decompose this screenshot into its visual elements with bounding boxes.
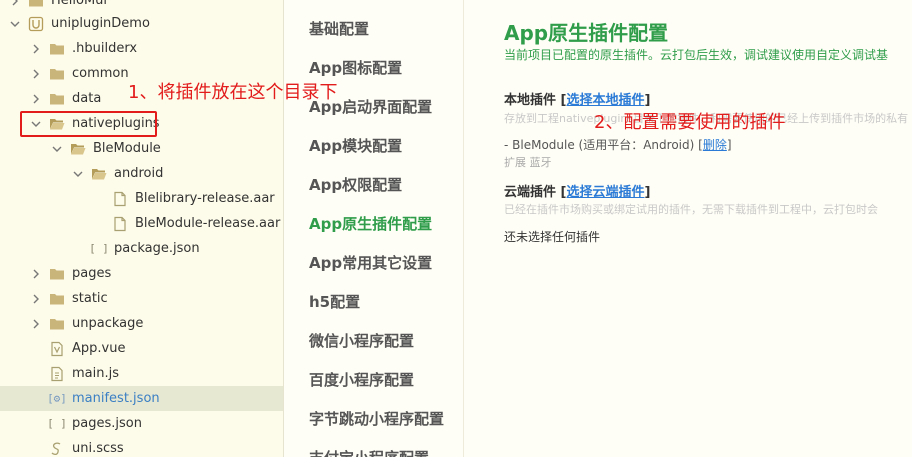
tree-item-label: .hbuilderx xyxy=(72,41,138,56)
tree-item-label: manifest.json xyxy=(72,391,160,406)
folder-open-icon xyxy=(91,166,107,182)
tree-item-manifest-json[interactable]: [⚙] manifest.json xyxy=(0,386,283,411)
tree-item-label: Blelibrary-release.aar xyxy=(135,191,275,206)
local-plugins-title: 本地插件 xyxy=(504,93,557,108)
plugin-entry-name: - BleModule (适用平台：Android) xyxy=(504,138,695,152)
nav-item-app-other-settings[interactable]: App常用其它设置 xyxy=(309,252,432,273)
tree-item-main-js[interactable]: main.js xyxy=(0,361,283,386)
chevron-right-icon[interactable] xyxy=(29,42,43,56)
tree-item-label: unpackage xyxy=(72,316,144,331)
select-cloud-plugin-link[interactable]: 选择云端插件 xyxy=(567,185,645,200)
nav-item-basic[interactable]: 基础配置 xyxy=(309,18,369,39)
tree-item-label: unipluginDemo xyxy=(51,16,150,31)
nav-item-app-splash[interactable]: App启动界面配置 xyxy=(309,96,432,117)
chevron-down-icon[interactable] xyxy=(50,142,64,156)
tree-item-label: package.json xyxy=(114,241,200,256)
chevron-down-icon[interactable] xyxy=(8,17,22,31)
chevron-right-icon[interactable] xyxy=(29,292,43,306)
tree-item-pages-json[interactable]: [ ] pages.json xyxy=(0,411,283,436)
tree-item-package-json[interactable]: [ ] package.json xyxy=(0,236,283,261)
cloud-plugins-title: 云端插件 xyxy=(504,185,557,200)
nav-item-app-icon[interactable]: App图标配置 xyxy=(309,57,402,78)
tree-item-label: BleModule xyxy=(93,141,161,156)
js-file-icon xyxy=(49,366,65,382)
local-plugins-header: 本地插件 [选择本地插件] xyxy=(504,93,651,108)
tree-item-static[interactable]: static xyxy=(0,286,283,311)
nav-item-app-native-plugins[interactable]: App原生插件配置 xyxy=(309,213,432,234)
local-plugins-hint: 存放到工程nativeplugins目录下的插件，和需要使用的已经上传到插件市场… xyxy=(504,112,909,125)
cloud-plugins-hint: 已经在插件市场购买或绑定试用的插件，无需下载插件到工程中，云打包时会 xyxy=(504,203,878,216)
settings-json-icon: [⚙] xyxy=(47,392,67,405)
tree-item-blelibrary-aar[interactable]: Blelibrary-release.aar xyxy=(0,186,283,211)
tree-item-pages[interactable]: pages xyxy=(0,261,283,286)
tree-item-data[interactable]: data xyxy=(0,86,283,111)
file-icon xyxy=(112,191,128,207)
file-icon xyxy=(112,216,128,232)
chevron-right-icon[interactable] xyxy=(29,92,43,106)
folder-icon xyxy=(49,66,65,82)
tree-item-label: HelloMui xyxy=(51,0,108,8)
folder-open-icon xyxy=(70,141,86,157)
folder-icon xyxy=(49,316,65,332)
vue-file-icon xyxy=(49,341,65,357)
page-subtitle: 当前项目已配置的原生插件。云打包后生效，调试建议使用自定义调试基 xyxy=(504,48,889,62)
nav-item-baidu-mp[interactable]: 百度小程序配置 xyxy=(309,369,414,390)
nav-item-toutiao-mp[interactable]: 字节跳动小程序配置 xyxy=(309,408,444,429)
cloud-plugins-empty: 还未选择任何插件 xyxy=(504,230,601,244)
chevron-right-icon[interactable] xyxy=(29,267,43,281)
tree-item-label: pages.json xyxy=(72,416,142,431)
delete-plugin-link[interactable]: 删除 xyxy=(703,138,727,152)
plugin-tags: 扩展 蓝牙 xyxy=(504,156,552,169)
tree-item-label: main.js xyxy=(72,366,119,381)
chevron-right-icon[interactable] xyxy=(8,0,22,8)
folder-icon xyxy=(49,41,65,57)
nav-item-h5[interactable]: h5配置 xyxy=(309,291,360,312)
project-icon xyxy=(28,16,44,32)
folder-icon xyxy=(49,291,65,307)
tree-item-label: common xyxy=(72,66,129,81)
tree-item-label: uni.scss xyxy=(72,441,124,456)
json-icon: [ ] xyxy=(47,417,67,430)
nav-item-weixin-mp[interactable]: 微信小程序配置 xyxy=(309,330,414,351)
tree-item-label: data xyxy=(72,91,102,106)
tree-item-label: pages xyxy=(72,266,112,281)
tree-item-label: static xyxy=(72,291,108,306)
plugin-entry-blemodule: - BleModule (适用平台：Android) [删除] xyxy=(504,138,732,152)
tree-item-label: nativeplugins xyxy=(72,116,160,131)
chevron-down-icon[interactable] xyxy=(29,117,43,131)
json-icon: [ ] xyxy=(89,242,109,255)
file-tree-panel: HelloMui unipluginDemo .hbuilderx common… xyxy=(0,0,284,457)
tree-item-common[interactable]: common xyxy=(0,61,283,86)
chevron-right-icon[interactable] xyxy=(29,67,43,81)
chevron-down-icon[interactable] xyxy=(71,167,85,181)
folder-open-icon xyxy=(49,116,65,132)
tree-item-app-vue[interactable]: App.vue xyxy=(0,336,283,361)
tree-item-uniplugindemo[interactable]: unipluginDemo xyxy=(0,11,283,36)
tree-item-label: BleModule-release.aar xyxy=(135,216,281,231)
tree-item-nativeplugins[interactable]: nativeplugins xyxy=(0,111,283,136)
nav-item-app-permissions[interactable]: App权限配置 xyxy=(309,174,402,195)
native-plugin-config-panel: App原生插件配置 当前项目已配置的原生插件。云打包后生效，调试建议使用自定义调… xyxy=(465,0,912,457)
tree-item-unpackage[interactable]: unpackage xyxy=(0,311,283,336)
tree-item-uni-scss[interactable]: uni.scss xyxy=(0,436,283,457)
folder-icon xyxy=(49,266,65,282)
folder-icon xyxy=(49,91,65,107)
chevron-right-icon[interactable] xyxy=(29,317,43,331)
nav-item-alipay-mp[interactable]: 支付宝小程序配置 xyxy=(309,447,429,457)
nav-item-app-modules[interactable]: App模块配置 xyxy=(309,135,402,156)
cloud-plugins-header: 云端插件 [选择云端插件] xyxy=(504,185,651,200)
tree-item-hbuilderx[interactable]: .hbuilderx xyxy=(0,36,283,61)
page-title: App原生插件配置 xyxy=(504,21,669,45)
manifest-settings-nav: 基础配置 App图标配置 App启动界面配置 App模块配置 App权限配置 A… xyxy=(285,0,464,457)
tree-item-blemodule[interactable]: BleModule xyxy=(0,136,283,161)
select-local-plugin-link[interactable]: 选择本地插件 xyxy=(567,93,645,108)
tree-item-label: android xyxy=(114,166,164,181)
tree-item-blemodule-aar[interactable]: BleModule-release.aar xyxy=(0,211,283,236)
scss-file-icon xyxy=(49,441,65,457)
tree-item-android[interactable]: android xyxy=(0,161,283,186)
tree-item-label: App.vue xyxy=(72,341,126,356)
folder-icon xyxy=(28,0,44,9)
